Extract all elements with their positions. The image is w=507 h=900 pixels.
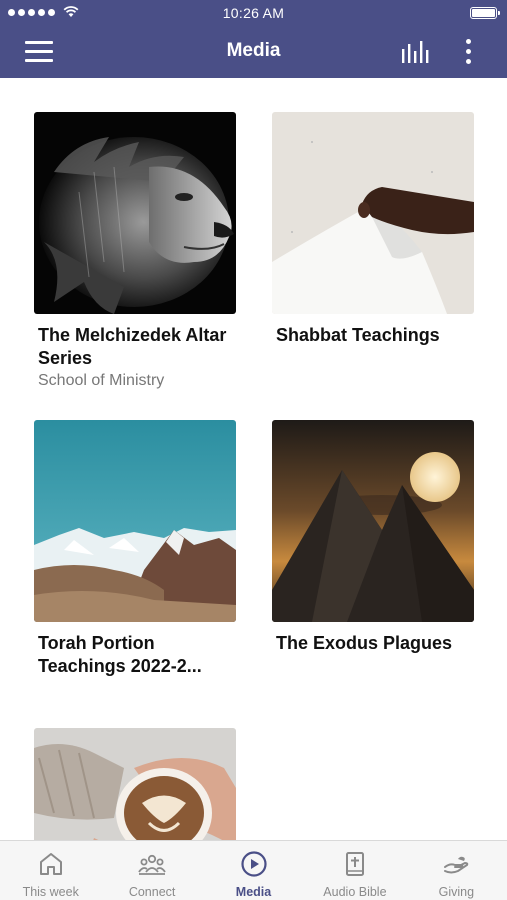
tab-label: Audio Bible (323, 885, 387, 899)
group-icon (138, 854, 166, 875)
play-circle-icon (240, 851, 267, 877)
tab-media[interactable]: Media (203, 841, 304, 900)
mountains-thumbnail (34, 420, 236, 622)
page-turn-thumbnail (272, 112, 474, 314)
tab-label: Connect (128, 885, 176, 899)
audio-bars-icon[interactable] (400, 41, 430, 63)
media-card-title: The Melchizedek Altar Series (38, 325, 227, 368)
nav-bar: Media (0, 26, 507, 78)
pyramids-thumbnail (272, 420, 474, 622)
media-card-shabbat[interactable]: Shabbat Teachings (272, 112, 474, 347)
giving-hand-icon (444, 856, 469, 874)
status-time: 10:26 AM (222, 5, 285, 21)
tab-bar: This week Connect Media Audio Bible Givi… (0, 840, 507, 900)
page-title: Media (226, 40, 281, 61)
media-card-melchizedek[interactable]: The Melchizedek Altar Series School of M… (34, 112, 236, 392)
lion-thumbnail (34, 112, 236, 314)
battery-icon (470, 7, 500, 19)
media-card-title: Shabbat Teachings (276, 325, 440, 345)
tab-label: This week (22, 885, 79, 899)
status-bar: 10:26 AM (0, 0, 507, 26)
home-icon (39, 853, 62, 875)
tab-giving[interactable]: Giving (406, 841, 507, 900)
tab-audio-bible[interactable]: Audio Bible (304, 841, 405, 900)
tab-connect[interactable]: Connect (101, 841, 202, 900)
tab-label: Giving (438, 885, 475, 899)
media-card-exodus-plagues[interactable]: The Exodus Plagues (272, 420, 474, 655)
media-card-subtitle: School of Ministry (38, 372, 165, 389)
media-card-title: Torah Portion Teachings 2022-2... (38, 633, 202, 676)
tab-label: Media (235, 885, 272, 899)
more-vertical-icon[interactable] (460, 38, 476, 66)
tab-this-week[interactable]: This week (0, 841, 101, 900)
media-card-title: The Exodus Plagues (276, 633, 453, 653)
media-card-torah-portion[interactable]: Torah Portion Teachings 2022-2... (34, 420, 236, 678)
bible-icon (345, 852, 364, 876)
